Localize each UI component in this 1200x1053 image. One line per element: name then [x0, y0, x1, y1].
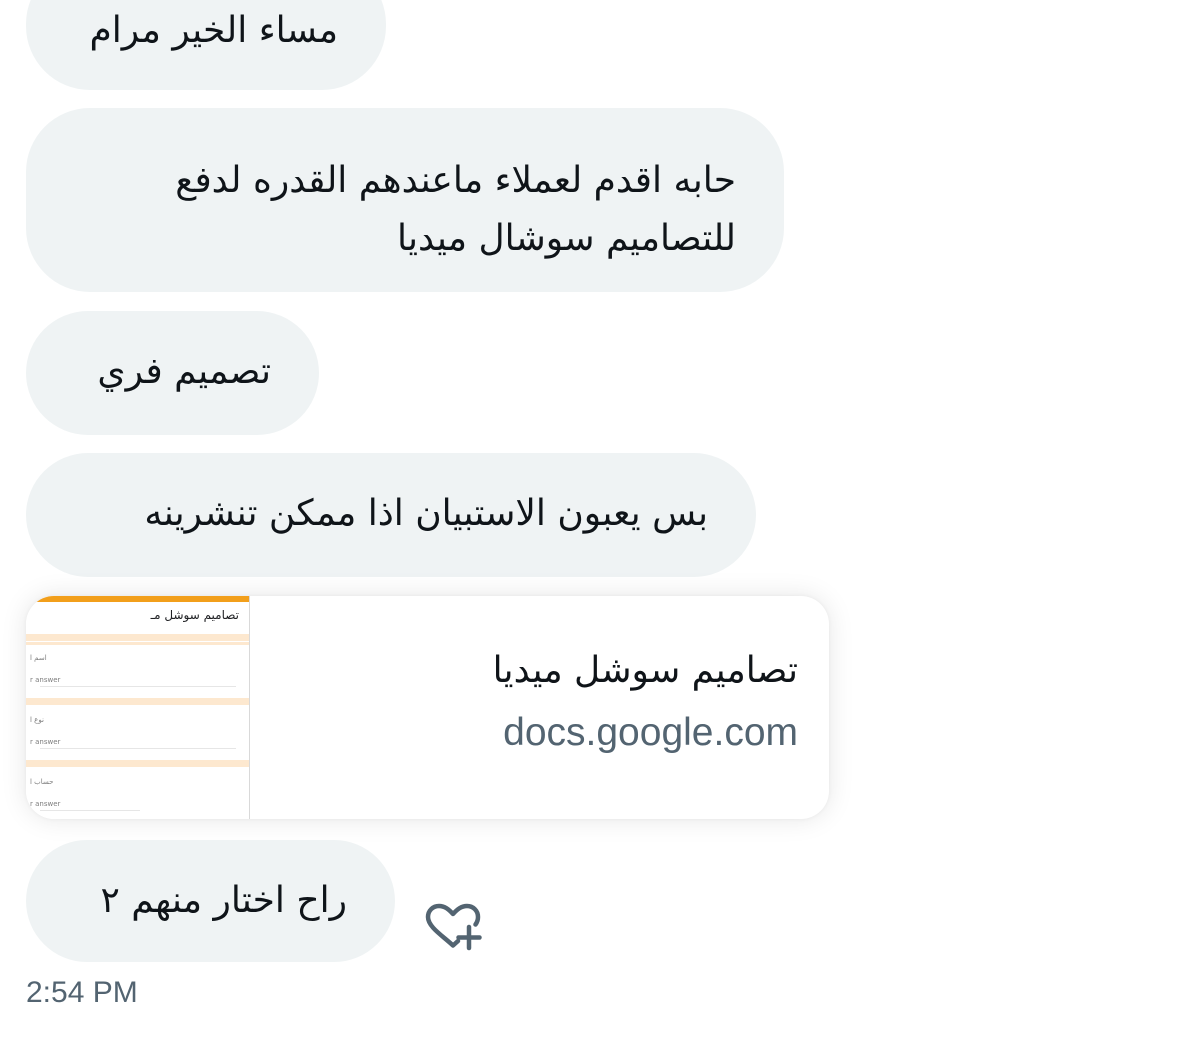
message-text: مساء الخير مرام: [89, 10, 338, 51]
form-accent-bar: [26, 596, 249, 602]
form-field-placeholder: r answer: [30, 676, 61, 684]
message-text: تصميم فري: [97, 351, 271, 392]
message-bubble[interactable]: راح اختار منهم ٢: [26, 840, 395, 962]
form-title: تصاميم سوشل مـ: [150, 608, 239, 622]
message-line: حابه اقدم لعملاء ماعندهم القدره لدفع: [175, 160, 736, 201]
form-field-label: حساب ا: [30, 778, 54, 786]
message-bubble[interactable]: مساء الخير مرام: [26, 0, 386, 90]
form-field-line: [40, 686, 236, 687]
message-line: للتصاميم سوشال ميديا: [396, 218, 736, 259]
form-divider: [26, 634, 249, 641]
message-timestamp: 2:54 PM: [26, 976, 138, 1009]
message-bubble[interactable]: تصميم فري: [26, 311, 319, 435]
message-bubble[interactable]: بس يعبون الاستبيان اذا ممكن تنشرينه: [26, 453, 756, 577]
link-preview-card[interactable]: تصاميم سوشل مـ اسم ا r answer نوع ا r an…: [26, 596, 829, 819]
message-text: حابه اقدم لعملاء ماعندهم القدره لدفع للت…: [175, 152, 736, 268]
form-field-placeholder: r answer: [30, 738, 61, 746]
link-domain: docs.google.com: [503, 711, 798, 754]
form-field-label: اسم ا: [30, 654, 47, 662]
form-field-label: نوع ا: [30, 716, 44, 724]
form-field-placeholder: r answer: [30, 800, 61, 808]
add-reaction-button[interactable]: [420, 900, 486, 960]
form-field-line: [40, 810, 140, 811]
message-text: راح اختار منهم ٢: [100, 880, 347, 921]
heart-plus-icon: [425, 903, 482, 951]
link-title: تصاميم سوشل ميديا: [492, 650, 798, 691]
form-divider: [26, 698, 249, 705]
form-divider: [26, 760, 249, 767]
message-bubble[interactable]: حابه اقدم لعملاء ماعندهم القدره لدفع للت…: [26, 108, 784, 292]
link-thumbnail: تصاميم سوشل مـ اسم ا r answer نوع ا r an…: [26, 596, 250, 819]
message-text: بس يعبون الاستبيان اذا ممكن تنشرينه: [144, 493, 708, 534]
form-divider: [26, 642, 249, 645]
form-field-line: [40, 748, 236, 749]
